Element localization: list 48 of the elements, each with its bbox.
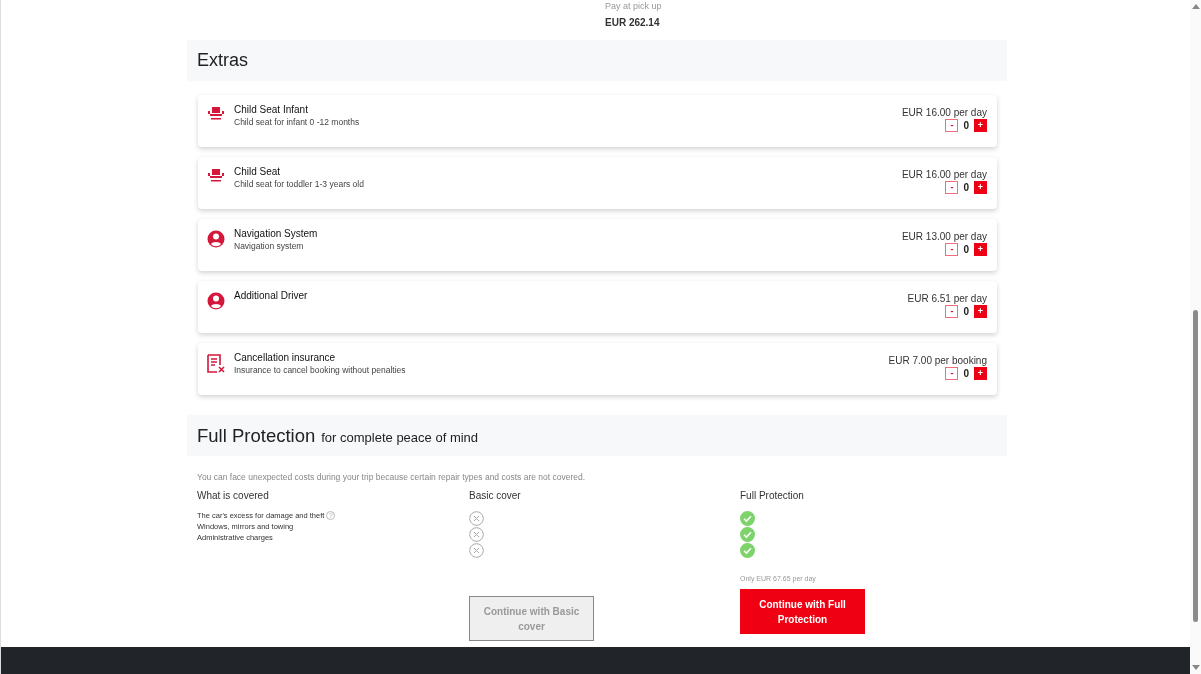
scroll-thumb[interactable] <box>1193 310 1198 622</box>
increase-button[interactable]: + <box>974 119 987 132</box>
scroll-down-icon[interactable] <box>1191 665 1200 670</box>
extra-name: Child Seat Infant <box>234 104 309 115</box>
decrease-button[interactable]: - <box>945 119 959 132</box>
extra-description: Navigation system <box>234 241 305 251</box>
increase-button[interactable]: + <box>974 367 987 380</box>
extra-description: Child seat for toddler 1-3 years old <box>234 179 364 189</box>
quantity-value: 0 <box>963 244 969 255</box>
increase-button[interactable]: + <box>974 305 987 318</box>
section-title: Full Protection <box>197 424 316 447</box>
quantity-value: 0 <box>963 120 969 131</box>
increase-button[interactable]: + <box>974 181 987 194</box>
column-heading: What is covered <box>197 490 270 503</box>
extra-price: EUR 7.00 per booking <box>888 355 987 366</box>
extra-price: EUR 16.00 per day <box>901 107 987 118</box>
intro-text: You can face unexpected costs during your trip because certain repair types and costs are not covered. <box>197 472 587 482</box>
scrollbar[interactable] <box>1190 0 1201 674</box>
section-title: Extras <box>197 50 248 71</box>
scroll-up-icon[interactable] <box>1191 4 1200 9</box>
extra-price: EUR 6.51 per day <box>907 293 987 304</box>
payment-note: Pay at pick up <box>605 1 663 12</box>
user-icon <box>207 230 225 248</box>
extra-name: Child Seat <box>234 166 282 177</box>
extra-description: Insurance to cancel booking without penalties <box>234 365 406 375</box>
extra-name: Additional Driver <box>234 290 308 301</box>
decrease-button[interactable]: - <box>945 367 959 380</box>
seat-icon <box>207 106 225 120</box>
extra-description: Child seat for infant 0 -12 months <box>234 117 360 127</box>
document-cancel-icon <box>207 354 225 374</box>
extra-name: Navigation System <box>234 228 318 239</box>
column-heading: Basic cover <box>469 490 522 503</box>
section-subtitle: for complete peace of mind <box>321 429 479 445</box>
total-amount: EUR 262.14 <box>605 17 661 28</box>
quantity-value: 0 <box>963 182 969 193</box>
user-icon <box>207 292 225 310</box>
seat-icon <box>207 168 225 182</box>
extra-price: EUR 13.00 per day <box>901 231 987 242</box>
column-heading: Full Protection <box>740 490 805 503</box>
continue-full-button[interactable]: Continue with Full Protection <box>740 589 865 634</box>
decrease-button[interactable]: - <box>945 243 959 256</box>
decrease-button[interactable]: - <box>945 181 959 194</box>
decrease-button[interactable]: - <box>945 305 959 318</box>
increase-button[interactable]: + <box>974 243 987 256</box>
quantity-value: 0 <box>963 368 969 379</box>
quantity-value: 0 <box>963 306 969 317</box>
extra-name: Cancellation insurance <box>234 352 337 363</box>
extra-price: EUR 16.00 per day <box>901 169 987 180</box>
